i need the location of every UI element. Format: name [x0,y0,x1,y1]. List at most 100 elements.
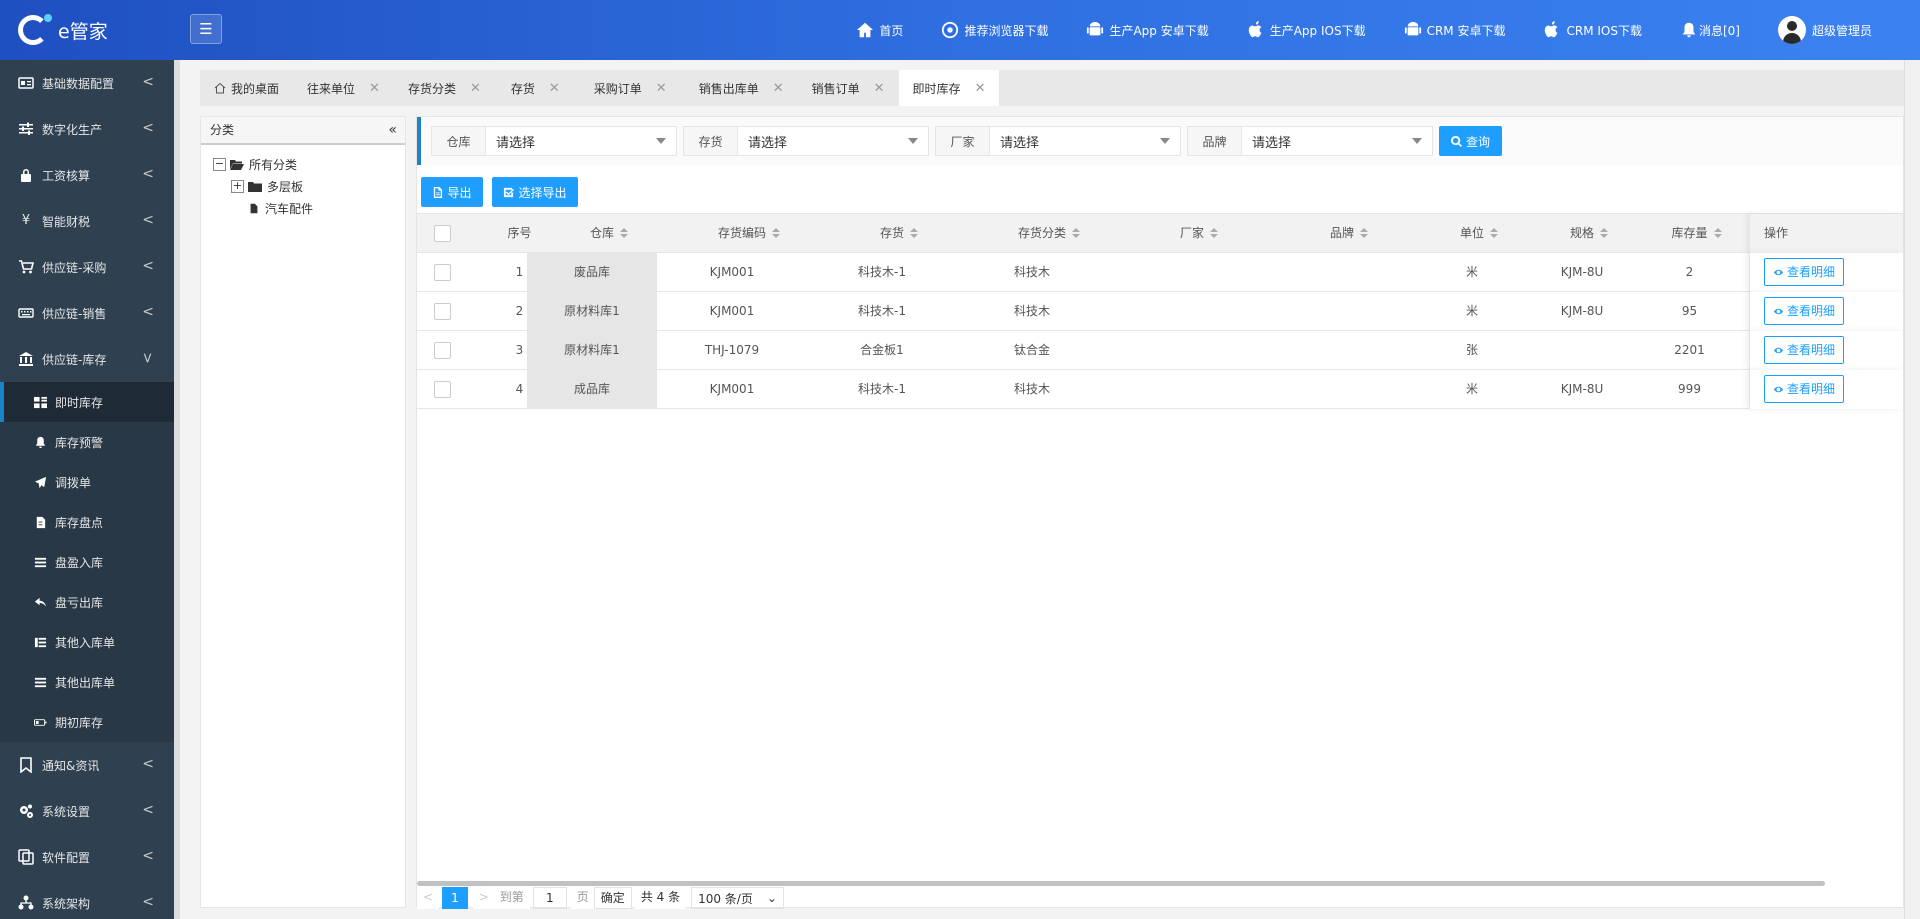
sidebar-item-stocktaking[interactable]: 库存盘点 [0,502,174,542]
close-icon[interactable]: ✕ [874,81,885,96]
sidebar-item-notice[interactable]: 通知&资讯 < [0,742,174,788]
sidebar-scrollbar[interactable] [174,60,180,919]
view-detail-button[interactable]: 查看明细 [1764,297,1845,325]
sort-icon[interactable] [910,228,918,239]
query-button[interactable]: 查询 [1439,126,1502,156]
filter-brand[interactable]: 品牌 请选择 [1187,126,1433,156]
stock-select[interactable]: 请选择 [738,127,928,155]
close-icon[interactable]: ✕ [975,81,986,96]
col-warehouse[interactable]: 仓库 [544,214,674,253]
sort-icon[interactable] [1210,228,1218,239]
nav-crm-android[interactable]: CRM 安卓下载 [1404,21,1505,39]
next-page-button[interactable]: > [472,887,495,909]
sidebar-item-other-out[interactable]: 其他出库单 [0,662,174,702]
view-detail-button[interactable]: 查看明细 [1764,375,1845,403]
app-logo[interactable]: e管家 [18,14,108,46]
vendor-select[interactable]: 请选择 [990,127,1180,155]
table-row[interactable]: 2 原材料库1 KJM001 科技木-1 科技木 米 KJM-8U 95 查看明… [417,292,1903,331]
tab-stock[interactable]: 存货 ✕ [495,70,576,106]
goto-confirm-button[interactable]: 确定 [593,887,632,909]
collapse-icon[interactable]: « [388,117,397,143]
col-item[interactable]: 存货 [824,214,974,253]
filter-warehouse[interactable]: 仓库 请选择 [431,126,677,156]
tree-node-root[interactable]: − 所有分类 [213,153,405,175]
filter-vendor[interactable]: 厂家 请选择 [935,126,1181,156]
export-button[interactable]: 导出 [421,177,483,207]
page-1-button[interactable]: 1 [442,887,468,909]
tab-sales-outbound[interactable]: 销售出库单 ✕ [685,70,798,106]
page-scrollbar[interactable] [1904,60,1920,919]
col-unit[interactable]: 单位 [1424,214,1534,253]
sidebar-item-software-config[interactable]: 软件配置 < [0,834,174,880]
close-icon[interactable]: ✕ [773,81,784,96]
col-qty[interactable]: 库存量 [1644,214,1749,253]
col-category[interactable]: 存货分类 [974,214,1124,253]
menu-toggle-button[interactable]: ☰ [190,14,222,44]
sidebar-item-system-settings[interactable]: 系统设置 < [0,788,174,834]
tab-partners[interactable]: 往来单位 ✕ [293,70,394,106]
table-row[interactable]: 3 原材料库1 THJ-1079 合金板1 钛合金 张 2201 查看明细 [417,331,1903,370]
sort-icon[interactable] [1600,228,1608,239]
nav-prod-ios[interactable]: 生产App IOS下载 [1247,21,1366,39]
brand-select[interactable]: 请选择 [1242,127,1432,155]
nav-messages[interactable]: 消息[0] [1680,21,1740,39]
close-icon[interactable]: ✕ [656,81,667,96]
sidebar-item-sales[interactable]: 供应链-销售 < [0,290,174,336]
close-icon[interactable]: ✕ [549,81,560,96]
tab-purchase-order[interactable]: 采购订单 ✕ [576,70,685,106]
plus-icon[interactable]: + [231,179,244,193]
sort-icon[interactable] [1713,228,1722,239]
nav-home[interactable]: 首页 [856,21,903,39]
sidebar-item-opening-stock[interactable]: 期初库存 [0,702,174,742]
row-checkbox[interactable] [433,264,451,281]
sidebar-item-finance[interactable]: ¥ 智能财税 < [0,198,174,244]
select-all-checkbox[interactable] [433,225,451,242]
goto-page-input[interactable]: 1 [532,887,567,909]
sort-icon[interactable] [1072,228,1080,239]
sort-icon[interactable] [620,228,628,239]
nav-crm-ios[interactable]: CRM IOS下载 [1543,21,1642,39]
col-brand[interactable]: 品牌 [1274,214,1424,253]
close-icon[interactable]: ✕ [470,81,481,96]
col-code[interactable]: 存货编码 [674,214,824,253]
user-menu[interactable]: 超级管理员 [1777,16,1872,44]
col-spec[interactable]: 规格 [1534,214,1644,253]
sidebar-item-system-architecture[interactable]: 系统架构 < [0,880,174,919]
sidebar-item-purchase[interactable]: 供应链-采购 < [0,244,174,290]
tree-node-auto-parts[interactable]: 汽车配件 [213,197,405,219]
export-selected-button[interactable]: 选择导出 [492,177,578,207]
scrollbar-thumb[interactable] [417,881,1825,886]
tab-desktop[interactable]: 我的桌面 [200,70,293,106]
sidebar-item-instant-stock[interactable]: 即时库存 [0,382,174,422]
sidebar-item-stock-warning[interactable]: 库存预警 [0,422,174,462]
prev-page-button[interactable]: < [417,887,440,909]
close-icon[interactable]: ✕ [369,81,380,96]
sidebar-item-inventory[interactable]: 供应链-库存 < [0,336,174,382]
col-vendor[interactable]: 厂家 [1124,214,1274,253]
sidebar-item-loss-out[interactable]: 盘亏出库 [0,582,174,622]
page-size-select[interactable]: 100 条/页 ⌄ [691,887,784,909]
minus-icon[interactable]: − [213,157,226,171]
row-checkbox[interactable] [433,381,451,398]
tab-sales-order[interactable]: 销售订单 ✕ [798,70,899,106]
sort-icon[interactable] [1490,228,1498,239]
sort-icon[interactable] [1360,228,1368,239]
view-detail-button[interactable]: 查看明细 [1764,258,1845,286]
sidebar-item-basic-data[interactable]: 基础数据配置 < [0,60,174,106]
tree-node-multilayer[interactable]: + 多层板 [213,175,405,197]
sidebar-item-digital-production[interactable]: 数字化生产 < [0,106,174,152]
table-row[interactable]: 4 成品库 KJM001 科技木-1 科技木 米 KJM-8U 999 查看明细 [417,370,1903,409]
nav-prod-android[interactable]: 生产App 安卓下载 [1086,21,1209,39]
tab-stock-category[interactable]: 存货分类 ✕ [394,70,495,106]
view-detail-button[interactable]: 查看明细 [1764,336,1845,364]
table-row[interactable]: 1 废品库 KJM001 科技木-1 科技木 米 KJM-8U 2 查看明细 [417,253,1903,292]
sidebar-item-other-in[interactable]: 其他入库单 [0,622,174,662]
nav-browser-download[interactable]: 推荐浏览器下载 [941,21,1048,39]
warehouse-select[interactable]: 请选择 [486,127,676,155]
row-checkbox[interactable] [433,342,451,359]
filter-stock[interactable]: 存货 请选择 [683,126,929,156]
sidebar-item-surplus-in[interactable]: 盘盈入库 [0,542,174,582]
sidebar-item-transfer[interactable]: 调拨单 [0,462,174,502]
sort-icon[interactable] [772,228,780,239]
tab-instant-stock[interactable]: 即时库存 ✕ [898,70,1000,106]
